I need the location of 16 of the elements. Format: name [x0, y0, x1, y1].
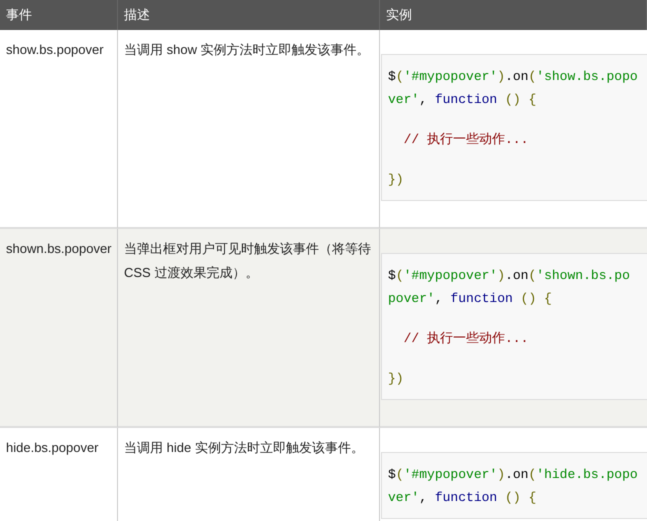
code-line: $('#mypopover').on('shown.bs.po — [388, 267, 631, 285]
code-line: }) — [388, 171, 405, 189]
column-header: 实例 — [380, 0, 647, 30]
code-line: $('#mypopover').on('hide.bs.popo — [388, 466, 639, 484]
code-line: // 执行一些动作... — [402, 330, 530, 348]
code-line: ver', function () { — [388, 91, 538, 109]
description-cell: 当弹出框对用户可见时触发该事件（将等待 CSS 过渡效果完成）。 — [118, 229, 380, 428]
code-line: pover', function () { — [388, 290, 553, 308]
code-line: $('#mypopover').on('show.bs.popo — [388, 68, 639, 86]
code-line: // 执行一些动作... — [402, 131, 530, 149]
event-name-cell: hide.bs.popover — [0, 428, 118, 521]
column-header: 描述 — [118, 0, 380, 30]
column-header: 事件 — [0, 0, 118, 30]
code-line: ver', function () { — [388, 489, 538, 507]
event-name-cell: shown.bs.popover — [0, 229, 118, 428]
code-line: }) — [388, 370, 405, 388]
